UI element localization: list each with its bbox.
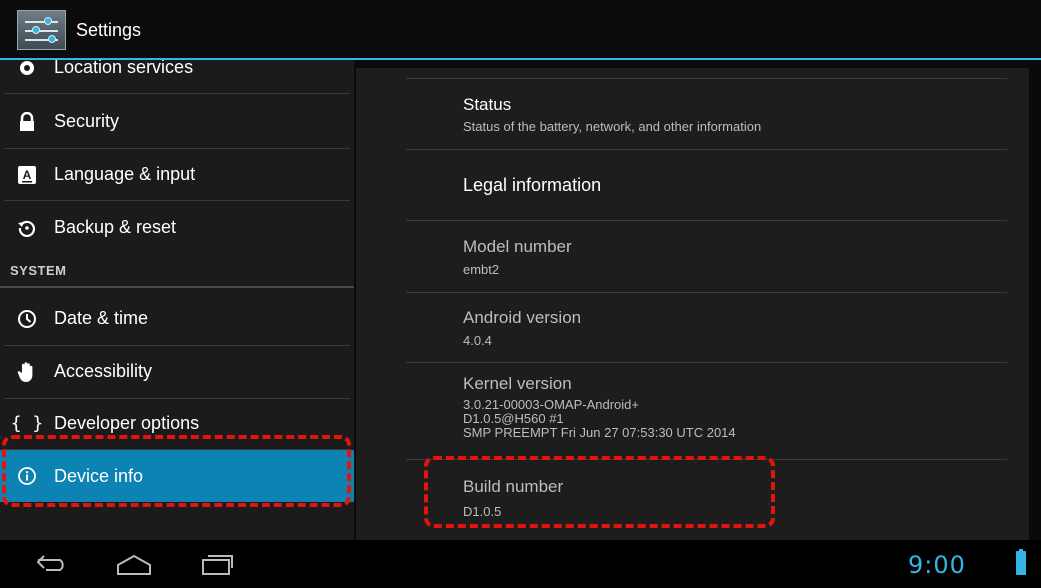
divider <box>406 149 1007 150</box>
braces-icon: { } <box>10 413 44 434</box>
action-bar: Settings <box>0 0 1041 60</box>
model-number-value: embt2 <box>463 262 500 277</box>
divider <box>4 200 350 201</box>
divider <box>406 78 1007 79</box>
sidebar-item-date-time[interactable]: Date & time <box>0 293 354 344</box>
recent-apps-icon[interactable] <box>202 554 234 581</box>
info-icon <box>17 466 37 486</box>
sidebar-item-label: Developer options <box>54 413 200 433</box>
model-number-title: Model number <box>463 237 572 256</box>
sidebar-item-label: Accessibility <box>54 361 153 381</box>
lock-icon <box>17 111 37 132</box>
divider <box>406 362 1007 363</box>
home-icon[interactable] <box>116 554 152 581</box>
app-title: Settings <box>76 20 142 40</box>
location-icon <box>17 60 37 78</box>
divider <box>406 220 1007 221</box>
android-version-row[interactable]: Android version 4.0.4 <box>463 308 1007 348</box>
model-number-row: Model number embt2 <box>463 237 1007 277</box>
build-number-title: Build number <box>463 477 564 496</box>
sidebar-item-label: Language & input <box>54 164 196 184</box>
status-clock: 9:00 <box>908 551 966 579</box>
sidebar-item-accessibility[interactable]: Accessibility <box>0 346 354 397</box>
kernel-version-line: SMP PREEMPT Fri Jun 27 07:53:30 UTC 2014 <box>463 425 736 440</box>
status-title: Status <box>463 95 512 114</box>
legal-information-title: Legal information <box>463 175 602 195</box>
device-info-pane[interactable]: Status Status of the battery, network, a… <box>354 60 1041 540</box>
device-info-list: Status Status of the battery, network, a… <box>356 68 1029 540</box>
divider <box>406 459 1007 460</box>
sidebar-item-security[interactable]: Security <box>0 96 354 147</box>
android-version-title: Android version <box>463 308 582 327</box>
back-icon[interactable] <box>36 554 68 577</box>
kernel-version-title: Kernel version <box>463 374 572 393</box>
backup-icon <box>17 218 37 238</box>
keyboard-a-icon: A <box>17 165 37 185</box>
sidebar-item-device-info[interactable]: Device info <box>0 450 354 502</box>
sidebar-item-developer-options[interactable]: { } Developer options <box>0 398 354 449</box>
divider <box>406 292 1007 293</box>
sidebar-item-language-input[interactable]: A Language & input <box>0 149 354 200</box>
section-divider <box>0 286 354 288</box>
svg-text:A: A <box>23 168 32 182</box>
status-summary: Status of the battery, network, and othe… <box>463 119 762 134</box>
settings-category-list[interactable]: Location services Security A Language & … <box>0 60 354 540</box>
sidebar-item-backup-reset[interactable]: Backup & reset <box>0 202 354 253</box>
legal-information-row[interactable]: Legal information <box>463 175 1007 196</box>
sidebar-item-label: Backup & reset <box>54 217 177 237</box>
sidebar-item-label: Date & time <box>54 308 149 328</box>
sidebar-item-label: Location services <box>54 60 194 77</box>
build-number-row[interactable]: Build number D1.0.5 <box>463 477 1007 519</box>
navigation-bar <box>0 540 1041 588</box>
kernel-version-row: Kernel version 3.0.21-00003-OMAP-Android… <box>463 374 1007 440</box>
status-row[interactable]: Status Status of the battery, network, a… <box>463 95 1007 134</box>
kernel-version-line: 3.0.21-00003-OMAP-Android+ <box>463 397 639 412</box>
kernel-version-line: D1.0.5@H560 #1 <box>463 411 564 426</box>
hand-icon <box>17 361 37 382</box>
sidebar-item-label: Device info <box>54 465 144 486</box>
build-number-value: D1.0.5 <box>463 504 502 519</box>
section-header-system: SYSTEM <box>10 263 67 278</box>
battery-icon <box>1016 549 1026 575</box>
sidebar-item-label: Security <box>54 111 120 131</box>
settings-app-icon[interactable] <box>17 10 66 50</box>
divider <box>4 93 350 94</box>
android-version-value: 4.0.4 <box>463 333 492 348</box>
clock-icon <box>17 309 37 329</box>
sidebar-item-location-services[interactable]: Location services <box>0 60 354 93</box>
